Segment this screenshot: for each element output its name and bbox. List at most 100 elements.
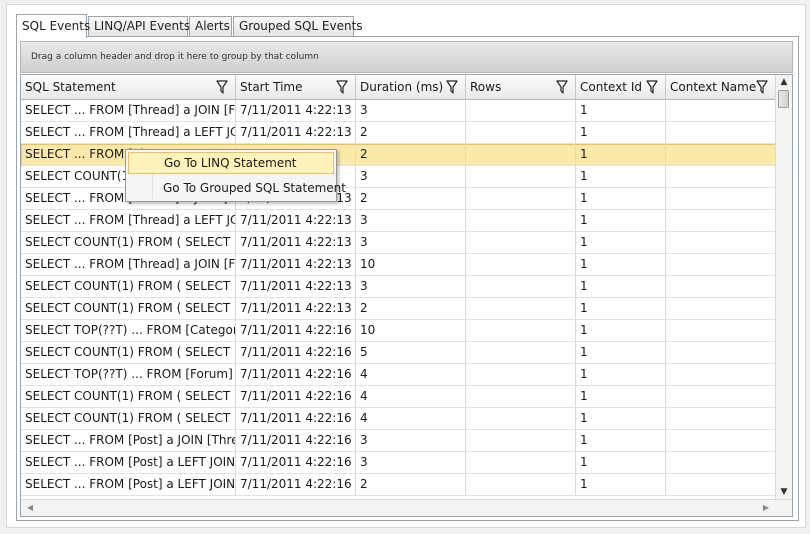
table-row[interactable]: SELECT ... FROM [Thread] a LEFT JOIN [U7…: [21, 122, 776, 144]
column-header-duration[interactable]: Duration (ms): [356, 75, 466, 100]
cell-context-id: 1: [576, 452, 666, 474]
cell-rows: [466, 474, 576, 496]
menu-go-to-linq-statement[interactable]: Go To LINQ Statement: [128, 152, 334, 174]
cell-duration: 3: [356, 430, 466, 452]
cell-context-id: 1: [576, 342, 666, 364]
tab-linq-api-events[interactable]: LINQ/API Events: [88, 16, 190, 37]
table-row[interactable]: SELECT ... FROM [Post] a JOIN [Thread] a…: [21, 430, 776, 452]
cell-start-time: 7/11/2011 4:22:16 PM: [236, 452, 356, 474]
cell-context-id: 1: [576, 210, 666, 232]
cell-context-id: 1: [576, 430, 666, 452]
cell-context-name: [666, 320, 776, 342]
column-header-start-time[interactable]: Start Time: [236, 75, 356, 100]
cell-rows: [466, 364, 576, 386]
column-header-rows[interactable]: Rows: [466, 75, 576, 100]
filter-icon[interactable]: [646, 79, 658, 95]
column-header-sql-statement[interactable]: SQL Statement: [21, 75, 236, 100]
cell-duration: 2: [356, 144, 466, 166]
table-row[interactable]: SELECT ... FROM [Post] a LEFT JOIN [Thre…: [21, 452, 776, 474]
cell-start-time: 7/11/2011 4:22:16 PM: [236, 342, 356, 364]
column-header-label: Context Name: [670, 80, 757, 94]
filter-icon[interactable]: [756, 79, 768, 95]
cell-context-id: 1: [576, 232, 666, 254]
cell-duration: 10: [356, 320, 466, 342]
cell-context-id: 1: [576, 408, 666, 430]
cell-sql-statement: SELECT ... FROM [Post] a LEFT JOIN [Use: [21, 474, 236, 496]
cell-duration: 3: [356, 452, 466, 474]
cell-context-name: [666, 474, 776, 496]
cell-context-name: [666, 254, 776, 276]
cell-duration: 2: [356, 122, 466, 144]
cell-context-name: [666, 188, 776, 210]
cell-duration: 4: [356, 408, 466, 430]
cell-sql-statement: SELECT TOP(??T) ... FROM [Forum] a WHE: [21, 364, 236, 386]
tab-sql-events[interactable]: SQL Events: [16, 14, 90, 38]
cell-context-name: [666, 298, 776, 320]
cell-context-id: 1: [576, 144, 666, 166]
vertical-scrollbar[interactable]: ▲ ▼: [775, 75, 792, 499]
scroll-right-icon[interactable]: ▶: [759, 501, 773, 515]
scroll-thumb[interactable]: [778, 90, 789, 108]
table-row[interactable]: SELECT COUNT(1) FROM ( SELECT ... FRO7/1…: [21, 232, 776, 254]
cell-start-time: 7/11/2011 4:22:16 PM: [236, 430, 356, 452]
cell-rows: [466, 232, 576, 254]
column-header-context-name[interactable]: Context Name: [666, 75, 776, 100]
cell-rows: [466, 408, 576, 430]
cell-sql-statement: SELECT COUNT(1) FROM ( SELECT ... FRO: [21, 232, 236, 254]
cell-start-time: 7/11/2011 4:22:13 PM: [236, 232, 356, 254]
filter-icon[interactable]: [446, 79, 458, 95]
cell-sql-statement: SELECT ... FROM [Post] a LEFT JOIN [Thre: [21, 452, 236, 474]
cell-duration: 2: [356, 474, 466, 496]
cell-start-time: 7/11/2011 4:22:13 PM: [236, 210, 356, 232]
scroll-down-icon[interactable]: ▼: [776, 485, 792, 499]
scroll-left-icon[interactable]: ◀: [23, 501, 37, 515]
table-row[interactable]: SELECT COUNT(1) FROM ( SELECT ... FRO7/1…: [21, 298, 776, 320]
table-row[interactable]: SELECT ... FROM [Thread] a JOIN [Forum7/…: [21, 254, 776, 276]
cell-rows: [466, 276, 576, 298]
horizontal-scrollbar[interactable]: ◀ ▶: [21, 499, 792, 516]
cell-start-time: 7/11/2011 4:22:13 PM: [236, 276, 356, 298]
column-header-label: Start Time: [240, 80, 303, 94]
group-panel[interactable]: Drag a column header and drop it here to…: [20, 41, 793, 73]
table-row[interactable]: SELECT COUNT(1) FROM ( SELECT ... FRO7/1…: [21, 276, 776, 298]
table-row[interactable]: SELECT ... FROM [Post] a LEFT JOIN [Use7…: [21, 474, 776, 496]
group-panel-hint: Drag a column header and drop it here to…: [31, 52, 319, 62]
cell-rows: [466, 254, 576, 276]
cell-context-id: 1: [576, 254, 666, 276]
cell-context-id: 1: [576, 188, 666, 210]
cell-duration: 5: [356, 342, 466, 364]
table-row[interactable]: SELECT COUNT(1) FROM ( SELECT ... FRO7/1…: [21, 408, 776, 430]
column-header-context-id[interactable]: Context Id: [576, 75, 666, 100]
cell-duration: 3: [356, 276, 466, 298]
filter-icon[interactable]: [336, 79, 348, 95]
cell-sql-statement: SELECT ... FROM [Thread] a JOIN [Forum: [21, 254, 236, 276]
cell-context-id: 1: [576, 364, 666, 386]
table-row[interactable]: SELECT COUNT(1) FROM ( SELECT ... FRO7/1…: [21, 342, 776, 364]
column-header-label: Context Id: [580, 80, 642, 94]
cell-context-id: 1: [576, 386, 666, 408]
tab-alerts[interactable]: Alerts: [189, 16, 232, 37]
cell-sql-statement: SELECT COUNT(1) FROM ( SELECT ... FRO: [21, 408, 236, 430]
filter-icon[interactable]: [216, 79, 228, 95]
context-menu: Go To LINQ Statement Go To Grouped SQL S…: [125, 149, 346, 202]
cell-duration: 10: [356, 254, 466, 276]
cell-rows: [466, 430, 576, 452]
cell-start-time: 7/11/2011 4:22:13 PM: [236, 298, 356, 320]
cell-context-name: [666, 364, 776, 386]
filter-icon[interactable]: [556, 79, 568, 95]
table-row[interactable]: SELECT TOP(??T) ... FROM [Forum] a WHE7/…: [21, 364, 776, 386]
cell-context-id: 1: [576, 100, 666, 122]
cell-duration: 3: [356, 232, 466, 254]
cell-context-name: [666, 210, 776, 232]
tab-grouped-sql-events[interactable]: Grouped SQL Events: [233, 16, 363, 37]
cell-rows: [466, 298, 576, 320]
menu-go-to-grouped-sql-statement[interactable]: Go To Grouped SQL Statement: [128, 177, 346, 199]
table-row[interactable]: SELECT ... FROM [Thread] a JOIN [Forum7/…: [21, 100, 776, 122]
table-row[interactable]: SELECT COUNT(1) FROM ( SELECT ... FRO7/1…: [21, 386, 776, 408]
table-row[interactable]: SELECT TOP(??T) ... FROM [Category] a W7…: [21, 320, 776, 342]
cell-duration: 3: [356, 166, 466, 188]
table-row[interactable]: SELECT ... FROM [Thread] a LEFT JOIN [F7…: [21, 210, 776, 232]
scroll-up-icon[interactable]: ▲: [776, 75, 792, 89]
cell-context-name: [666, 122, 776, 144]
cell-context-name: [666, 232, 776, 254]
